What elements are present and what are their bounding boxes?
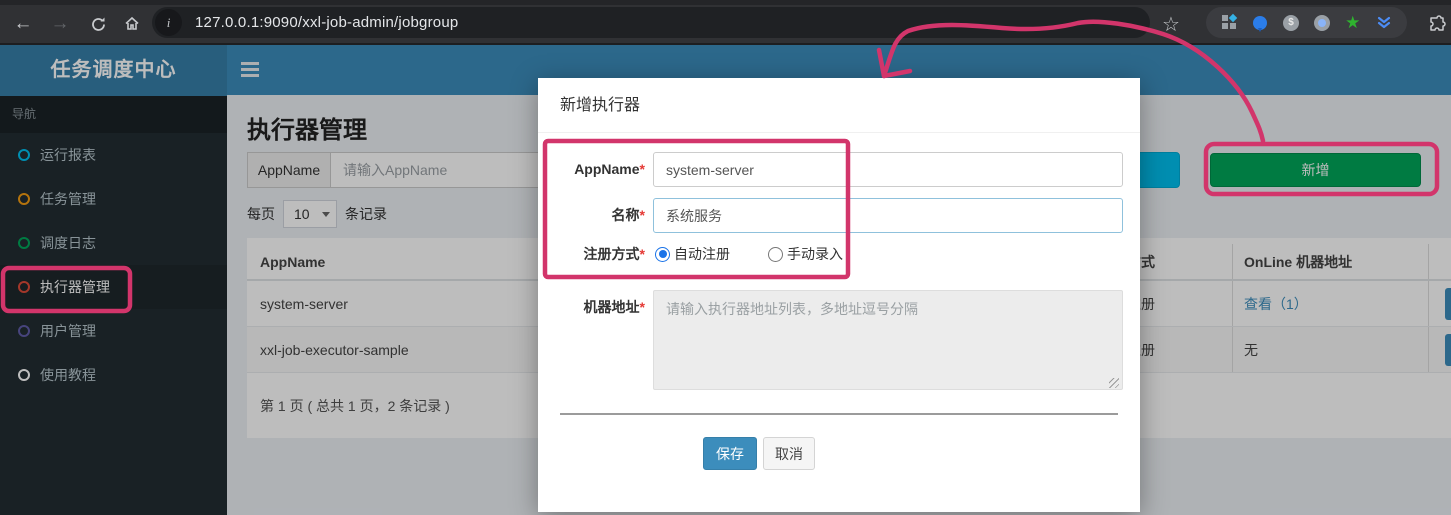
textarea-resize-handle[interactable] [1109,378,1119,388]
extensions-pill: $ ★ [1206,7,1407,38]
required-asterisk: * [640,207,645,223]
cancel-button[interactable]: 取消 [763,437,815,470]
extension-star-icon[interactable]: ★ [1344,14,1362,32]
forward-icon[interactable]: → [45,5,75,43]
back-icon[interactable]: ← [8,5,38,43]
bookmark-star-icon[interactable]: ☆ [1158,5,1184,43]
field-row-appname: AppName* [538,152,1140,187]
modal-divider [560,413,1118,415]
extension-balloon-icon[interactable] [1251,14,1269,32]
add-executor-modal: 新增执行器 AppName* 名称* 注册方式* 自动注册 手动录入 机器地址*… [538,78,1140,512]
address-textarea[interactable] [653,290,1123,390]
window-top-strip [0,0,1451,5]
reg-type-options: 自动注册 手动录入 [655,241,881,267]
save-button[interactable]: 保存 [703,437,757,470]
radio-auto-register-label[interactable]: 自动注册 [674,244,730,264]
field-label-reg-type: 注册方式* [538,241,645,267]
browser-toolbar: ← → i 127.0.0.1:9090/xxl-job-admin/jobgr… [0,0,1451,45]
name-field[interactable] [653,198,1123,233]
extensions-puzzle-icon[interactable] [1424,5,1450,43]
radio-manual-entry[interactable] [768,247,783,262]
required-asterisk: * [640,161,645,177]
site-info-icon[interactable]: i [155,9,182,36]
field-label-address: 机器地址* [538,290,645,390]
field-row-reg-type: 注册方式* 自动注册 手动录入 [538,241,1140,267]
required-asterisk: * [640,299,645,315]
radio-auto-register-selected[interactable] [655,247,670,262]
home-icon[interactable] [117,5,147,43]
field-label-appname: AppName* [538,152,645,187]
field-label-name: 名称* [538,198,645,233]
modal-title: 新增执行器 [538,78,1140,133]
field-row-name: 名称* [538,198,1140,233]
url-text[interactable]: 127.0.0.1:9090/xxl-job-admin/jobgroup [195,14,458,31]
appname-field[interactable] [653,152,1123,187]
extension-coin-icon[interactable]: $ [1282,14,1300,32]
address-bar[interactable]: i 127.0.0.1:9090/xxl-job-admin/jobgroup [152,7,1150,38]
reload-icon[interactable] [83,5,113,43]
required-asterisk: * [640,246,645,262]
extension-chevrons-icon[interactable] [1375,14,1393,32]
extension-dot-circle-icon[interactable] [1313,14,1331,32]
field-row-address: 机器地址* [538,290,1140,390]
extension-squares-icon[interactable] [1220,14,1238,32]
radio-manual-entry-label[interactable]: 手动录入 [787,244,843,264]
